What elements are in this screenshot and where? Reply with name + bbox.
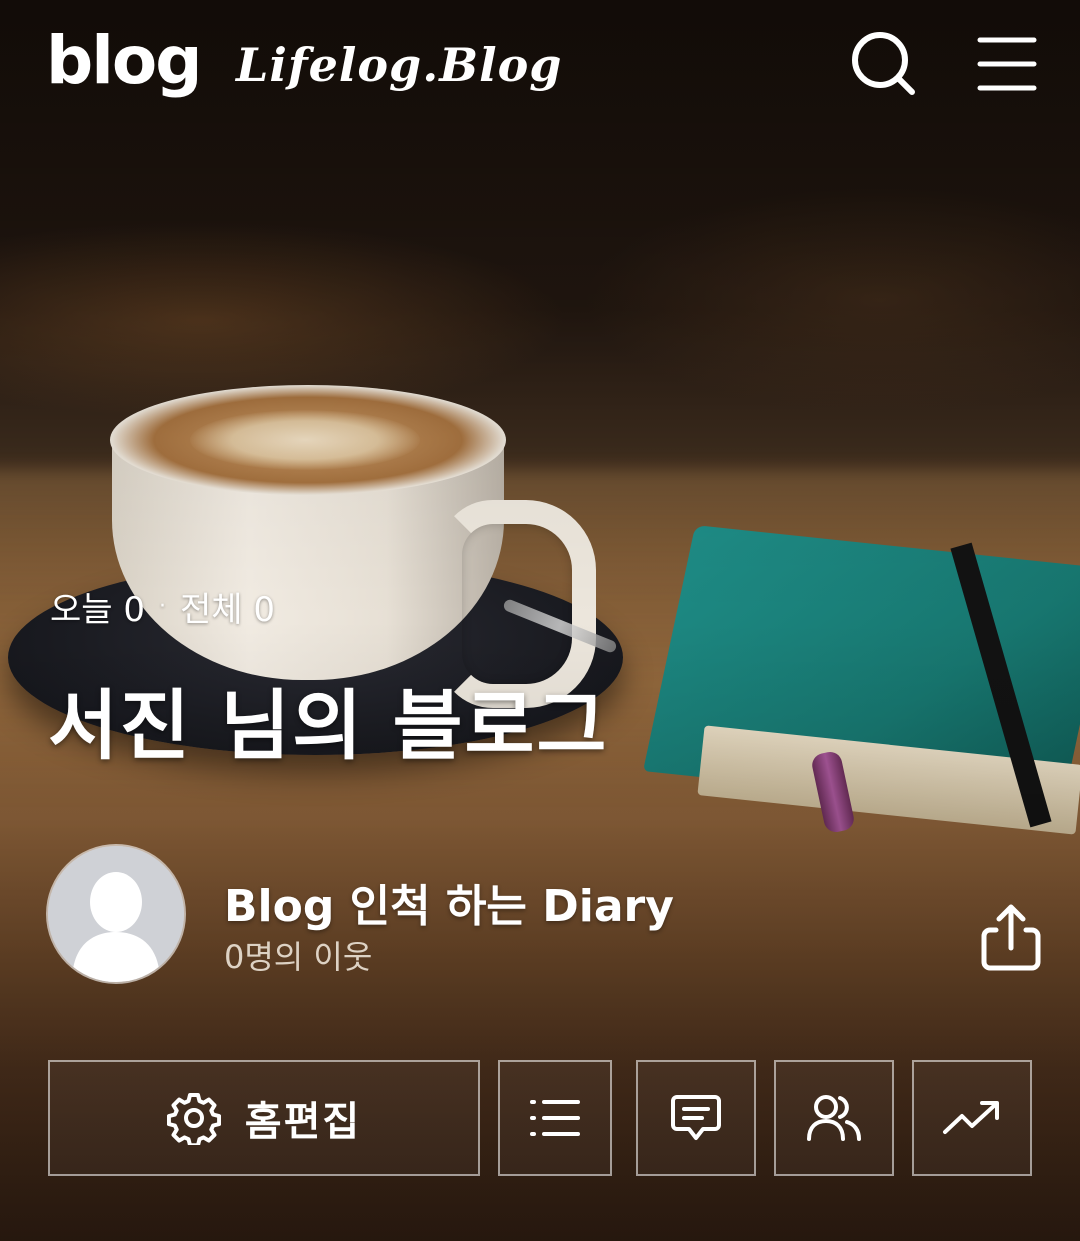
blog-title: 서진 님의 블로그 [48,681,609,770]
search-icon [852,32,915,95]
statistics-button[interactable] [912,1060,1032,1176]
share-icon [981,904,1041,971]
profile-name[interactable]: Blog 인척 하는 Diary [224,870,674,934]
visitor-stats: 오늘 0 · 전체 0 [50,582,275,631]
blog-name[interactable]: Lifelog.Blog [236,38,562,92]
comments-button[interactable] [636,1060,756,1176]
people-icon [807,1095,861,1141]
list-icon [530,1100,580,1136]
post-list-button[interactable] [498,1060,612,1176]
default-avatar-icon [48,846,184,982]
edit-home-label: 홈편집 [244,1099,362,1145]
neighbor-count[interactable]: 0명의 이웃 [224,932,372,978]
gear-icon [166,1093,221,1145]
blog-logo[interactable]: blog [46,22,202,99]
stats-separator: · [159,594,166,619]
menu-button[interactable] [972,28,1044,100]
today-visitors: 오늘 0 [50,590,145,630]
comment-icon [671,1095,721,1140]
edit-home-button[interactable]: 홈편집 [48,1060,480,1176]
top-header: blog Lifelog.Blog [0,0,1080,130]
hamburger-menu-icon [977,37,1037,91]
search-button[interactable] [848,28,920,100]
share-button[interactable] [976,900,1046,974]
total-visitors: 전체 0 [180,590,275,630]
profile-avatar[interactable] [48,846,184,982]
neighbors-button[interactable] [774,1060,894,1176]
trending-up-icon [943,1101,999,1134]
